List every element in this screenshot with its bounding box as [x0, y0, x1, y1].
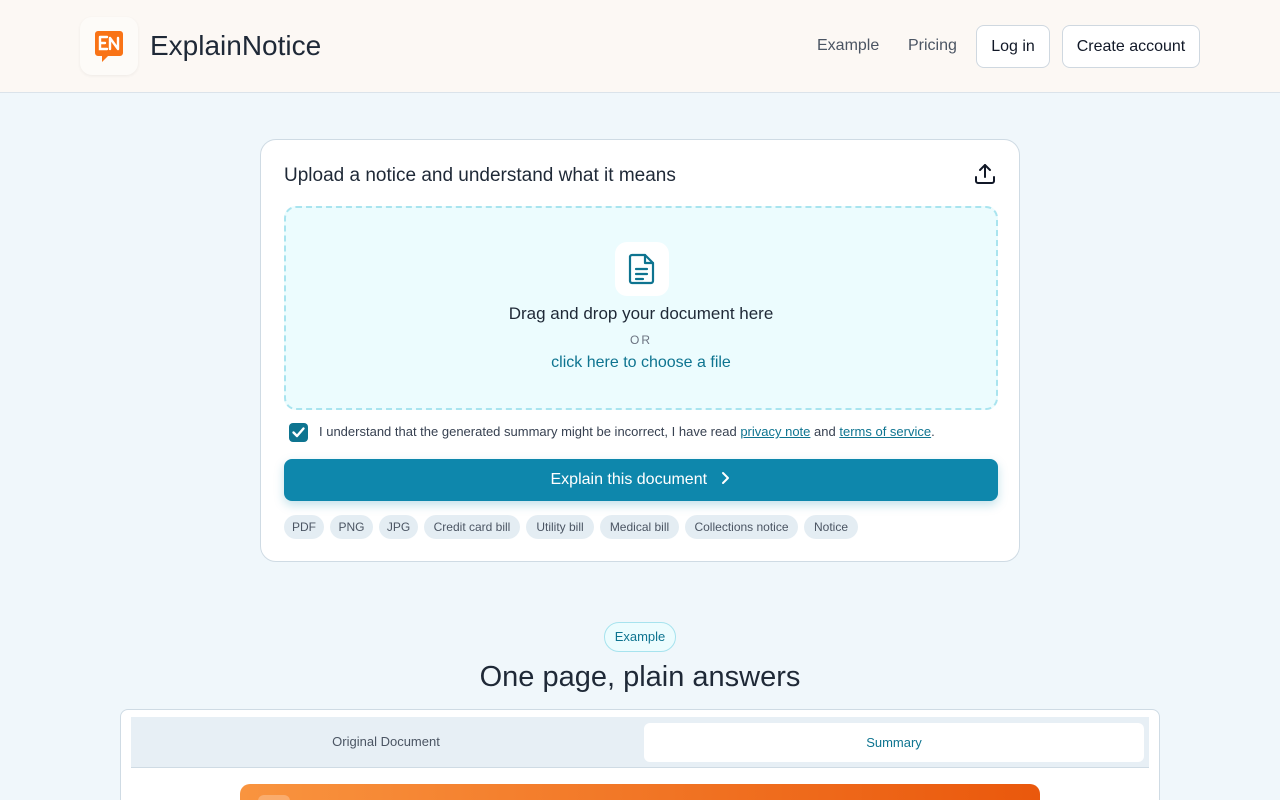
- example-panel: Original Document Summary: [120, 709, 1160, 800]
- summary-header-badge: [258, 795, 290, 800]
- dropzone-text: Drag and drop your document here: [508, 304, 774, 323]
- chevron-right-icon: [722, 472, 730, 485]
- upload-icon[interactable]: [973, 162, 997, 186]
- example-tabs: Original Document Summary: [131, 717, 1149, 768]
- document-badge: [615, 242, 669, 296]
- example-title: One page, plain answers: [479, 661, 801, 693]
- consent-text: I understand that the generated summary …: [319, 424, 935, 440]
- terms-of-service-link[interactable]: terms of service: [839, 424, 931, 439]
- consent-and: and: [814, 424, 836, 439]
- upload-card: Upload a notice and understand what it m…: [260, 139, 1020, 562]
- example-pill: Example: [604, 622, 676, 652]
- explain-document-button[interactable]: Explain this document: [284, 459, 998, 501]
- summary-header-bar: [240, 784, 1040, 800]
- privacy-note-link[interactable]: privacy note: [740, 424, 810, 439]
- chip-png: PNG: [330, 515, 373, 539]
- brand-name[interactable]: ExplainNotice: [150, 28, 321, 64]
- document-icon: [628, 253, 655, 285]
- choose-file-link[interactable]: click here to choose a file: [286, 354, 996, 372]
- chip-collections-notice: Collections notice: [685, 515, 798, 539]
- chip-jpg: JPG: [379, 515, 418, 539]
- consent-suffix: .: [931, 424, 935, 439]
- check-icon: [292, 427, 305, 438]
- chip-pdf: PDF: [284, 515, 324, 539]
- consent-prefix: I understand that the generated summary …: [319, 424, 737, 439]
- explain-document-label: Explain this document: [550, 471, 708, 488]
- chip-medical-bill: Medical bill: [600, 515, 679, 539]
- tab-original-document[interactable]: Original Document: [131, 717, 641, 767]
- consent-checkbox[interactable]: [289, 423, 308, 442]
- upload-title: Upload a notice and understand what it m…: [284, 165, 676, 186]
- en-logo-icon: [95, 31, 123, 62]
- chip-credit-card-bill: Credit card bill: [424, 515, 520, 539]
- top-header: ExplainNotice Example Pricing Log in Cre…: [0, 0, 1280, 93]
- file-dropzone[interactable]: Drag and drop your document here OR clic…: [284, 206, 998, 410]
- nav-example[interactable]: Example: [817, 36, 879, 56]
- nav-pricing[interactable]: Pricing: [908, 36, 957, 56]
- chip-notice: Notice: [804, 515, 858, 539]
- dropzone-or: OR: [630, 333, 652, 347]
- create-account-button[interactable]: Create account: [1062, 25, 1200, 68]
- tab-summary[interactable]: Summary: [644, 723, 1144, 762]
- login-button[interactable]: Log in: [976, 25, 1050, 68]
- chip-utility-bill: Utility bill: [526, 515, 594, 539]
- logo[interactable]: [80, 17, 138, 75]
